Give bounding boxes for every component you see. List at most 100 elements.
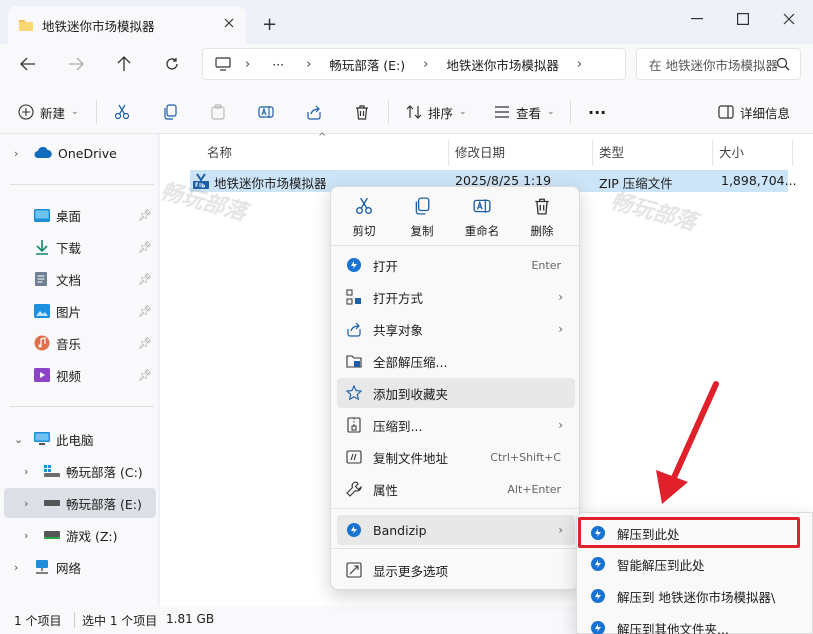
menu-item-properties[interactable]: 属性 Alt+Enter	[337, 474, 575, 504]
menu-item-bandizip[interactable]: Bandizip ›	[337, 515, 575, 545]
menu-item-compress[interactable]: 压缩到... ›	[337, 410, 575, 440]
sidebar-item-drive-e[interactable]: › 畅玩部落 (E:)	[4, 488, 156, 518]
sidebar-item-network[interactable]: › 网络	[4, 552, 156, 582]
search-box[interactable]: 在 地铁迷你市场模拟器 中搜索	[636, 48, 801, 80]
menu-item-label: 打开	[373, 258, 399, 274]
breadcrumb-chevron-icon: ›	[306, 56, 312, 72]
pin-icon[interactable]: 📌︎	[138, 209, 152, 222]
breadcrumb-chevron-icon: ›	[423, 56, 429, 72]
column-header-size[interactable]: 大小	[719, 142, 744, 164]
more-options-button[interactable]: ···	[588, 102, 606, 122]
sidebar-item-drive-c[interactable]: › 畅玩部落 (C:)	[4, 456, 156, 486]
paste-icon[interactable]	[210, 102, 226, 122]
cut-button[interactable]: 剪切	[339, 197, 389, 239]
network-icon	[34, 560, 50, 574]
menu-item-extract-all[interactable]: 全部解压缩...	[337, 346, 575, 376]
more-options-icon	[345, 562, 363, 578]
bandizip-icon	[589, 621, 607, 634]
close-tab-icon[interactable]	[224, 18, 234, 28]
menu-item-add-to-favorites[interactable]: 添加到收藏夹	[337, 378, 575, 408]
windows-drive-icon	[44, 465, 60, 477]
chevron-right-icon: ›	[14, 560, 19, 574]
column-header-date[interactable]: 修改日期	[455, 142, 505, 164]
pin-icon[interactable]: 📌︎	[138, 305, 152, 318]
chevron-right-icon: ›	[14, 146, 19, 160]
cut-icon[interactable]	[114, 102, 130, 122]
menu-item-share[interactable]: 共享对象 ›	[337, 314, 575, 344]
view-label: 查看	[516, 105, 542, 121]
breadcrumb-folder[interactable]: 地铁迷你市场模拟器	[446, 55, 559, 74]
sidebar-item-drive-z[interactable]: › 游戏 (Z:)	[4, 520, 156, 550]
view-button[interactable]: 查看 ⌄	[494, 102, 555, 122]
rename-icon[interactable]	[258, 102, 274, 122]
details-label: 详细信息	[740, 105, 791, 121]
refresh-icon[interactable]	[162, 54, 182, 74]
sidebar-item-desktop[interactable]: 桌面 📌︎	[4, 200, 156, 230]
forward-arrow-icon[interactable]	[66, 54, 86, 74]
sidebar-item-downloads[interactable]: 下载 📌︎	[4, 232, 156, 262]
sidebar-item-this-pc[interactable]: ⌄ 此电脑	[4, 424, 156, 454]
pin-icon[interactable]: 📌︎	[138, 273, 152, 286]
selected-count: 选中 1 个项目	[82, 614, 158, 628]
column-header-name[interactable]: 名称	[207, 142, 232, 164]
menu-item-open[interactable]: 打开 Enter	[337, 250, 575, 280]
sort-button[interactable]: 排序 ⌄	[406, 102, 467, 122]
pin-icon[interactable]: 📌︎	[138, 369, 152, 382]
copy-label: 复制	[410, 224, 434, 238]
scissors-icon	[339, 197, 389, 217]
menu-item-open-with[interactable]: 打开方式 ›	[337, 282, 575, 312]
document-icon	[34, 271, 48, 287]
menu-item-label: 压缩到...	[373, 418, 423, 434]
drive-icon	[44, 500, 60, 506]
menu-item-copy-path[interactable]: 复制文件地址 Ctrl+Shift+C	[337, 442, 575, 472]
submenu-item-smart-extract[interactable]: 智能解压到此处	[581, 549, 811, 579]
pin-icon[interactable]: 📌︎	[138, 337, 152, 350]
menu-item-shortcut: Alt+Enter	[507, 482, 561, 496]
new-tab-button[interactable]: +	[262, 14, 277, 35]
back-arrow-icon[interactable]	[18, 54, 38, 74]
search-icon[interactable]	[776, 57, 790, 71]
address-bar[interactable]: › ··· › 畅玩部落 (E:) › 地铁迷你市场模拟器 ›	[202, 48, 626, 80]
menu-item-label: 显示更多选项	[373, 563, 449, 579]
breadcrumb-more[interactable]: ···	[272, 57, 284, 72]
trash-icon	[517, 197, 567, 217]
context-menu: 剪切 复制 重命名 删除 打开 Enter 打开方式 › 共享对象 › 全部解压…	[330, 186, 580, 590]
new-button[interactable]: 新建 ⌄	[18, 102, 79, 122]
tab-active[interactable]: 地铁迷你市场模拟器	[8, 6, 246, 44]
chevron-right-icon: ›	[558, 523, 563, 537]
minimize-icon[interactable]	[686, 8, 708, 30]
sidebar-item-documents[interactable]: 文档 📌︎	[4, 264, 156, 294]
compress-icon	[345, 417, 363, 433]
sidebar-item-music[interactable]: 音乐 📌︎	[4, 328, 156, 358]
copy-icon[interactable]	[162, 102, 178, 122]
bandizip-icon	[345, 258, 363, 272]
pin-icon[interactable]: 📌︎	[138, 241, 152, 254]
menu-item-shortcut: Enter	[531, 258, 561, 272]
up-arrow-icon[interactable]	[114, 54, 134, 74]
highlight-box	[578, 517, 800, 548]
chevron-down-icon: ⌄	[14, 432, 24, 446]
column-header-type[interactable]: 类型	[599, 142, 624, 164]
extract-all-icon	[345, 353, 363, 369]
sidebar-item-onedrive[interactable]: › OneDrive	[4, 138, 156, 168]
sidebar-item-videos[interactable]: 视频 📌︎	[4, 360, 156, 390]
menu-item-label: Bandizip	[373, 522, 427, 538]
menu-item-show-more-options[interactable]: 显示更多选项	[337, 555, 575, 585]
share-icon[interactable]	[306, 102, 322, 122]
menu-item-label: 共享对象	[373, 322, 424, 338]
details-button[interactable]: 详细信息	[718, 102, 790, 122]
close-window-icon[interactable]	[778, 8, 800, 30]
trash-icon[interactable]	[354, 102, 370, 122]
submenu-item-extract-to-folder[interactable]: 解压到 地铁迷你市场模拟器\	[581, 581, 811, 611]
submenu-label: 解压到 地铁迷你市场模拟器\	[617, 589, 776, 605]
breadcrumb-drive[interactable]: 畅玩部落 (E:)	[329, 55, 405, 74]
sidebar-label: 下载	[56, 240, 82, 256]
delete-button[interactable]: 删除	[517, 197, 567, 239]
copy-button[interactable]: 复制	[397, 197, 447, 239]
submenu-item-extract-other[interactable]: 解压到其他文件夹...	[581, 613, 811, 634]
sidebar-item-pictures[interactable]: 图片 📌︎	[4, 296, 156, 326]
maximize-icon[interactable]	[732, 8, 754, 30]
sidebar-label: OneDrive	[58, 145, 117, 161]
rename-button[interactable]: 重命名	[457, 197, 507, 239]
copy-path-icon	[345, 449, 363, 465]
